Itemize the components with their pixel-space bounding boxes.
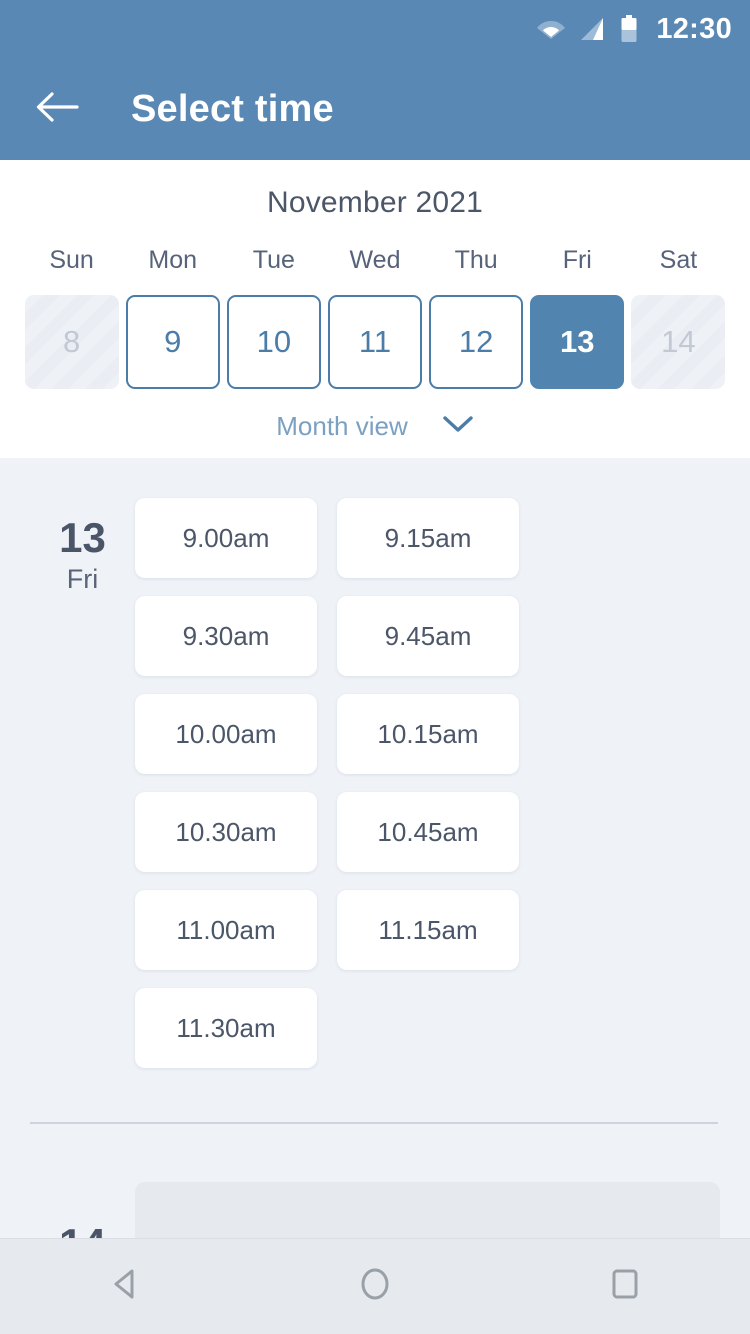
weekday-label-mon: Mon <box>148 246 198 274</box>
time-slot[interactable]: 10.45am <box>337 792 519 872</box>
calendar-day-12[interactable]: 12 <box>429 295 524 389</box>
android-recents-button[interactable] <box>580 1242 670 1332</box>
page-title: Select time <box>131 87 334 130</box>
time-slot-grid: 9.00am 9.15am 9.30am 9.45am 10.00am 10.1… <box>135 476 720 1068</box>
back-arrow-icon <box>35 90 79 129</box>
calendar-day-10[interactable]: 10 <box>226 295 321 389</box>
android-nav-bar <box>0 1238 750 1334</box>
calendar-day-9[interactable]: 9 <box>125 295 220 389</box>
month-view-toggle[interactable]: Month view <box>0 411 750 442</box>
weekday-label-sat: Sat <box>659 246 698 274</box>
calendar-day-13[interactable]: 13 <box>530 295 625 389</box>
day-cell-wrap: 14 <box>628 295 729 389</box>
time-slot[interactable]: 11.00am <box>135 890 317 970</box>
day-cell-wrap: 8 <box>21 295 122 389</box>
weekday-label-fri: Fri <box>562 246 592 274</box>
weekday-label-thu: Thu <box>454 246 498 274</box>
schedule-day-group-13: 13 Fri 9.00am 9.15am 9.30am 9.45am 10.00… <box>0 476 750 1068</box>
time-slot[interactable]: 11.15am <box>337 890 519 970</box>
calendar-month-title: November 2021 <box>266 186 484 219</box>
cellular-signal-icon <box>580 16 606 42</box>
time-slot[interactable]: 9.30am <box>135 596 317 676</box>
day-marker: 13 Fri <box>30 476 135 1068</box>
time-slot[interactable]: 10.15am <box>337 694 519 774</box>
weekday-label-wed: Wed <box>349 246 401 274</box>
time-slot[interactable]: 10.00am <box>135 694 317 774</box>
day-marker-number: 13 <box>59 514 106 561</box>
calendar-weekday-header: Sun Mon Tue Wed Thu Fri Sat <box>0 246 750 275</box>
android-back-icon <box>103 1262 147 1311</box>
android-recents-icon <box>603 1262 647 1311</box>
status-bar: 12:30 <box>0 0 750 58</box>
day-marker-weekday: Fri <box>66 564 99 595</box>
app-bar: Select time <box>0 58 750 160</box>
month-view-label: Month view <box>276 411 408 441</box>
wifi-icon <box>536 17 566 41</box>
time-slot[interactable]: 9.00am <box>135 498 317 578</box>
day-cell-wrap: 10 <box>223 295 324 389</box>
calendar-day-row: 8 9 10 11 12 13 14 <box>0 295 750 389</box>
time-slot[interactable]: 9.15am <box>337 498 519 578</box>
android-back-button[interactable] <box>80 1242 170 1332</box>
day-cell-wrap: 11 <box>324 295 425 389</box>
battery-icon <box>620 15 638 43</box>
android-home-button[interactable] <box>330 1242 420 1332</box>
calendar-panel: November 2021 Sun Mon Tue Wed Thu Fri Sa… <box>0 160 750 458</box>
weekday-label-sun: Sun <box>49 246 94 274</box>
calendar-day-14: 14 <box>631 295 726 389</box>
calendar-day-8: 8 <box>24 295 119 389</box>
time-slot[interactable]: 10.30am <box>135 792 317 872</box>
time-slot[interactable]: 11.30am <box>135 988 317 1068</box>
day-cell-wrap: 9 <box>122 295 223 389</box>
calendar-day-11[interactable]: 11 <box>327 295 422 389</box>
time-slot[interactable]: 9.45am <box>337 596 519 676</box>
back-button[interactable] <box>30 82 84 136</box>
day-cell-wrap: 13 <box>527 295 628 389</box>
weekday-label-tue: Tue <box>252 246 295 274</box>
section-divider <box>30 1122 718 1124</box>
status-clock: 12:30 <box>656 12 732 45</box>
day-cell-wrap: 12 <box>426 295 527 389</box>
android-home-icon <box>353 1262 397 1311</box>
chevron-down-icon <box>442 414 474 439</box>
schedule-content: 13 Fri 9.00am 9.15am 9.30am 9.45am 10.00… <box>0 458 750 1334</box>
